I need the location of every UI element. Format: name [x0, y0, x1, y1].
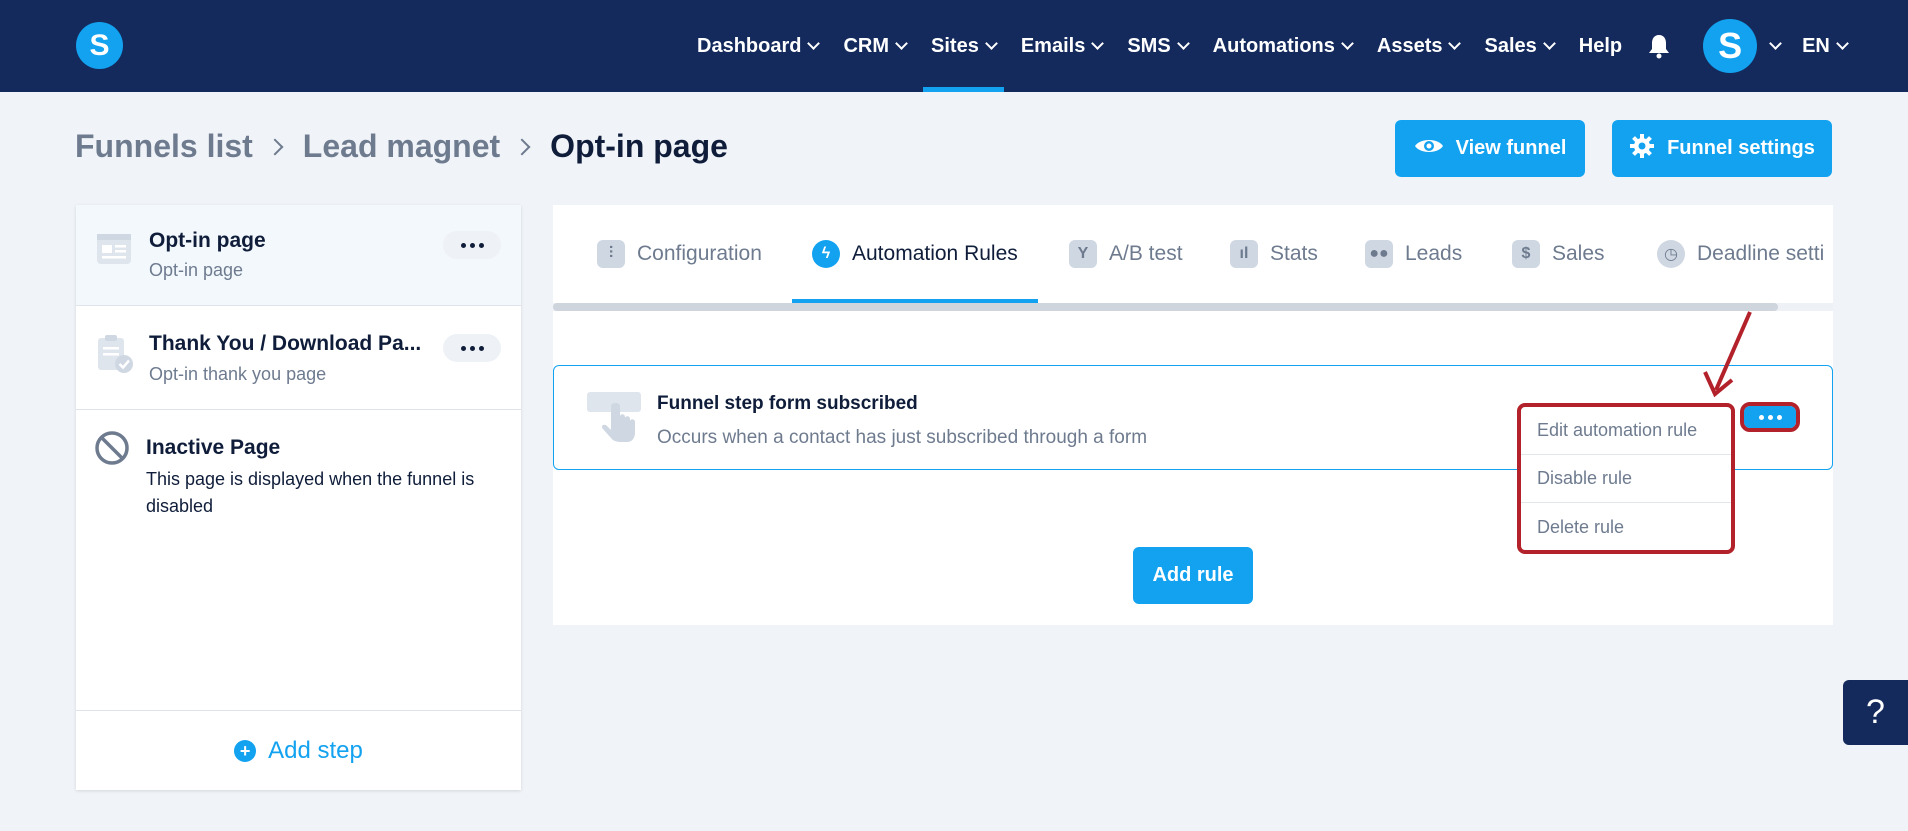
rule-more-button[interactable]	[1740, 402, 1800, 432]
ban-icon	[94, 430, 130, 471]
scrollbar-thumb[interactable]	[553, 303, 1778, 311]
menu-item-edit-rule[interactable]: Edit automation rule	[1521, 407, 1731, 455]
funnel-step-tabs: ⫶ Configuration ϟ Automation Rules Y A/B te…	[553, 205, 1833, 305]
menu-item-disable-rule[interactable]: Disable rule	[1521, 455, 1731, 503]
clipboard-check-icon	[96, 334, 134, 379]
menu-item-delete-rule[interactable]: Delete rule	[1521, 503, 1731, 551]
nav-sites[interactable]: Sites	[923, 0, 1004, 92]
clock-icon: ◷	[1657, 240, 1685, 268]
sliders-icon: ⫶	[597, 240, 625, 268]
bell-icon[interactable]	[1647, 33, 1671, 59]
step-thank-you-page[interactable]: Thank You / Download Pa... Opt-in thank …	[76, 306, 521, 410]
step-more-button[interactable]	[443, 231, 501, 259]
nav-sales[interactable]: Sales	[1484, 0, 1556, 92]
nav-crm[interactable]: CRM	[843, 0, 908, 92]
chevron-right-icon	[513, 138, 531, 155]
tab-configuration[interactable]: ⫶ Configuration	[597, 205, 762, 303]
plus-circle-icon: +	[234, 739, 257, 762]
help-button[interactable]: ?	[1843, 680, 1908, 745]
tab-automation-rules[interactable]: ϟ Automation Rules	[792, 205, 1038, 303]
tab-sales[interactable]: $ Sales	[1512, 205, 1605, 303]
funnel-settings-button[interactable]: Funnel settings	[1612, 120, 1832, 177]
pointer-click-icon	[587, 392, 641, 446]
tab-deadline-settings[interactable]: ◷ Deadline setti	[1657, 205, 1824, 303]
language-selector[interactable]: EN	[1802, 0, 1849, 92]
step-opt-in-page[interactable]: Opt-in page Opt-in page	[76, 205, 521, 306]
chevron-right-icon	[266, 138, 284, 155]
nav-emails[interactable]: Emails	[1021, 0, 1105, 92]
add-step-button[interactable]: + Add step	[76, 710, 521, 790]
tabs-scrollbar[interactable]	[553, 303, 1833, 311]
step-title: Opt-in page	[149, 229, 266, 252]
split-icon: Y	[1069, 240, 1097, 268]
breadcrumb: Funnels list Lead magnet Opt-in page	[75, 128, 728, 165]
tab-ab-test[interactable]: Y A/B test	[1069, 205, 1183, 303]
chevron-down-icon	[1091, 36, 1105, 50]
nav-assets[interactable]: Assets	[1377, 0, 1462, 92]
top-navigation-bar: S Dashboard CRM Sites Emails SMS Automat…	[0, 0, 1908, 92]
step-title: Inactive Page	[146, 436, 281, 459]
breadcrumb-lead-magnet[interactable]: Lead magnet	[303, 128, 500, 165]
step-inactive-page[interactable]: Inactive Page This page is displayed whe…	[76, 410, 521, 550]
rule-description: Occurs when a contact has just subscribe…	[657, 427, 1148, 448]
tab-leads[interactable]: ●● Leads	[1365, 205, 1462, 303]
chevron-down-icon[interactable]	[1769, 36, 1782, 50]
page-title: Opt-in page	[550, 128, 728, 164]
step-subtitle: Opt-in thank you page	[149, 364, 327, 384]
chevron-down-icon	[807, 36, 821, 50]
chevron-down-icon	[1542, 36, 1556, 50]
main-nav: Dashboard CRM Sites Emails SMS Automatio…	[697, 0, 1872, 92]
chevron-down-icon	[1448, 36, 1462, 50]
chevron-down-icon	[1341, 36, 1354, 50]
tab-stats[interactable]: ıl Stats	[1230, 205, 1318, 303]
page-icon	[96, 233, 132, 270]
chevron-down-icon	[895, 36, 908, 50]
nav-automations[interactable]: Automations	[1213, 0, 1354, 92]
app-logo[interactable]: S	[76, 22, 123, 69]
nav-sms[interactable]: SMS	[1127, 0, 1190, 92]
breadcrumb-funnels-list[interactable]: Funnels list	[75, 128, 253, 165]
step-title: Thank You / Download Pa...	[149, 332, 422, 355]
rule-actions-menu: Edit automation rule Disable rule Delete…	[1517, 403, 1735, 554]
gear-icon	[1629, 133, 1655, 165]
bar-chart-icon: ıl	[1230, 240, 1258, 268]
view-funnel-button[interactable]: View funnel	[1395, 120, 1585, 177]
step-subtitle: Opt-in page	[149, 260, 244, 280]
chevron-down-icon	[1836, 36, 1849, 50]
add-rule-button[interactable]: Add rule	[1133, 547, 1253, 604]
dollar-icon: $	[1512, 240, 1540, 268]
annotation-arrow-icon	[1703, 311, 1752, 398]
users-icon: ●●	[1365, 240, 1393, 268]
lightning-icon: ϟ	[812, 240, 840, 268]
nav-dashboard[interactable]: Dashboard	[697, 0, 821, 92]
rule-title: Funnel step form subscribed	[657, 393, 918, 414]
user-avatar[interactable]: S	[1703, 19, 1758, 73]
chevron-down-icon	[984, 36, 998, 50]
nav-help[interactable]: Help	[1579, 0, 1622, 92]
step-more-button[interactable]	[443, 334, 501, 362]
step-subtitle: This page is displayed when the funnel i…	[146, 469, 475, 516]
funnel-steps-panel: Opt-in page Opt-in page Thank You / Down…	[76, 205, 521, 790]
eye-icon	[1414, 136, 1444, 162]
chevron-down-icon	[1176, 36, 1190, 50]
